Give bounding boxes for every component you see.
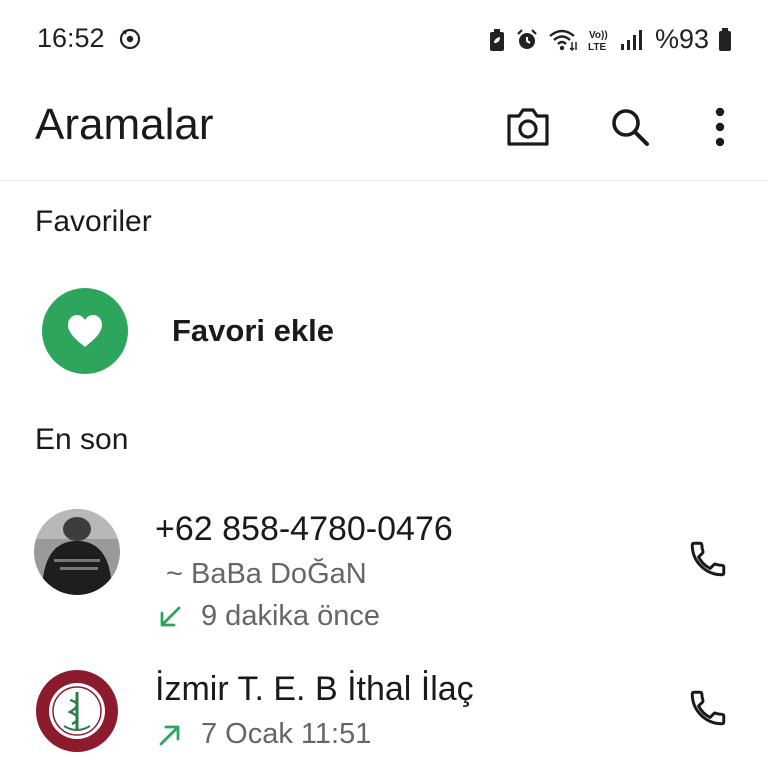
outgoing-call-icon	[159, 725, 180, 745]
app-bar: Aramalar	[0, 80, 768, 181]
camera-button[interactable]	[503, 102, 553, 152]
call-time: 9 dakika önce	[201, 600, 380, 632]
avatar	[34, 668, 120, 754]
alarm-icon	[515, 28, 539, 52]
search-button[interactable]	[605, 102, 655, 152]
heart-icon	[68, 315, 102, 347]
battery-icon	[718, 27, 732, 52]
camera-icon	[507, 108, 549, 146]
call-button[interactable]	[684, 535, 732, 583]
incoming-call-icon	[160, 606, 181, 626]
page-title: Aramalar	[35, 100, 214, 149]
contact-name: +62 858-4780-0476	[155, 510, 453, 548]
call-info: 7 Ocak 11:51	[157, 718, 371, 751]
battery-percentage: %93	[654, 24, 709, 54]
status-time: 16:52	[37, 23, 105, 53]
phone-icon	[690, 541, 726, 577]
volte-icon: Vo)) LTE	[587, 27, 611, 53]
contact-subtitle: ~ BaBa DoĞaN	[166, 558, 367, 590]
battery-saver-icon	[488, 28, 506, 52]
more-vert-icon	[715, 107, 725, 147]
phone-icon	[690, 690, 726, 726]
call-list-item[interactable]: İzmir T. E. B İthal İlaç 7 Ocak 11:51	[0, 660, 768, 760]
call-time: 7 Ocak 11:51	[201, 718, 372, 750]
favorite-circle	[42, 288, 128, 374]
svg-text:Vo)): Vo))	[589, 30, 608, 41]
search-icon	[612, 109, 649, 146]
add-favorite-label: Favori ekle	[172, 313, 334, 348]
status-icons: Vo)) LTE %93	[488, 24, 732, 55]
favorites-header: Favoriler	[35, 205, 152, 238]
signal-icon	[620, 29, 642, 51]
svg-text:LTE: LTE	[588, 42, 606, 53]
sync-icon	[118, 27, 142, 56]
call-info: 9 dakika önce	[157, 600, 380, 633]
call-list-item[interactable]: +62 858-4780-0476 ~ BaBa DoĞaN 9 dakika …	[0, 500, 768, 640]
call-button[interactable]	[684, 684, 732, 732]
add-favorite-button[interactable]: Favori ekle	[42, 288, 334, 374]
contact-name: İzmir T. E. B İthal İlaç	[155, 670, 474, 708]
status-bar: 16:52 Vo)) LTE %93	[0, 0, 768, 80]
recents-header: En son	[35, 423, 129, 456]
wifi-icon	[548, 28, 578, 52]
avatar	[34, 509, 120, 595]
more-options-button[interactable]	[695, 102, 745, 152]
